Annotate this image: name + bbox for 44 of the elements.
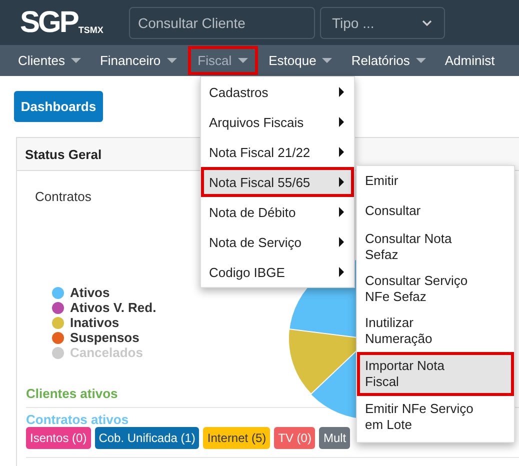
- menu-item[interactable]: Inutilizar Numeração: [357, 310, 514, 352]
- menu-item[interactable]: Nota Fiscal 21/22: [201, 137, 354, 167]
- menu-item[interactable]: Emitir: [357, 166, 514, 196]
- tag: Isentos (0): [26, 427, 91, 449]
- logo: SGPTSMX: [20, 8, 104, 38]
- nav-item[interactable]: Clientes: [10, 46, 89, 75]
- nav-item[interactable]: Estoque: [260, 46, 340, 75]
- tag: Cob. Unificada (1): [94, 427, 200, 449]
- menu-item[interactable]: Consultar Serviço NFe Sefaz: [357, 268, 514, 310]
- section-label: Contratos ativos: [26, 413, 129, 427]
- nav-item[interactable]: Financeiro: [92, 46, 185, 75]
- chart-title: Contratos: [34, 189, 92, 204]
- legend-label[interactable]: Ativos V. Red.: [70, 300, 156, 315]
- search-field[interactable]: Consultar Cliente: [129, 6, 315, 38]
- nav-item[interactable]: Relatórios: [343, 46, 434, 75]
- nav-item[interactable]: Administ: [436, 46, 503, 75]
- chevron-icon: [422, 20, 432, 26]
- submenu-arrow-icon: [339, 147, 344, 157]
- submenu-arrow-icon: [339, 87, 344, 97]
- section-label: Clientes ativos: [26, 386, 118, 401]
- submenu-arrow-icon: [339, 177, 344, 187]
- menu-item[interactable]: Consultar: [357, 196, 514, 226]
- submenu-arrow-icon: [339, 237, 344, 247]
- menu-item[interactable]: Emitir NFe Serviço em Lote: [357, 396, 514, 438]
- legend-label[interactable]: Inativos: [70, 315, 120, 330]
- tag: TV (0): [274, 427, 316, 449]
- menu-item[interactable]: Codigo IBGE: [201, 257, 354, 287]
- tag: Mult: [319, 427, 350, 449]
- dashboards-button[interactable]: Dashboards: [14, 91, 103, 122]
- menu-item[interactable]: Nota de Serviço: [201, 227, 354, 257]
- submenu-arrow-icon: [339, 267, 344, 277]
- menu-item[interactable]: Consultar Nota Sefaz: [357, 226, 514, 268]
- card-title: Status Geral: [25, 146, 102, 162]
- submenu-arrow-icon: [339, 117, 344, 127]
- legend-label[interactable]: Suspensos: [70, 330, 140, 345]
- menu-item[interactable]: Importar Nota Fiscal: [357, 352, 514, 396]
- submenu-arrow-icon: [339, 207, 344, 217]
- type-select[interactable]: Tipo ...: [320, 6, 445, 38]
- menu-item[interactable]: Nota de Débito: [201, 197, 354, 227]
- menu-item[interactable]: Cadastros: [201, 77, 354, 107]
- menu-item[interactable]: Arquivos Fiscais: [201, 107, 354, 137]
- menu-item[interactable]: Nota Fiscal 55/65: [201, 167, 354, 197]
- tag: Internet (5): [203, 427, 270, 449]
- legend-label[interactable]: Ativos: [70, 285, 110, 300]
